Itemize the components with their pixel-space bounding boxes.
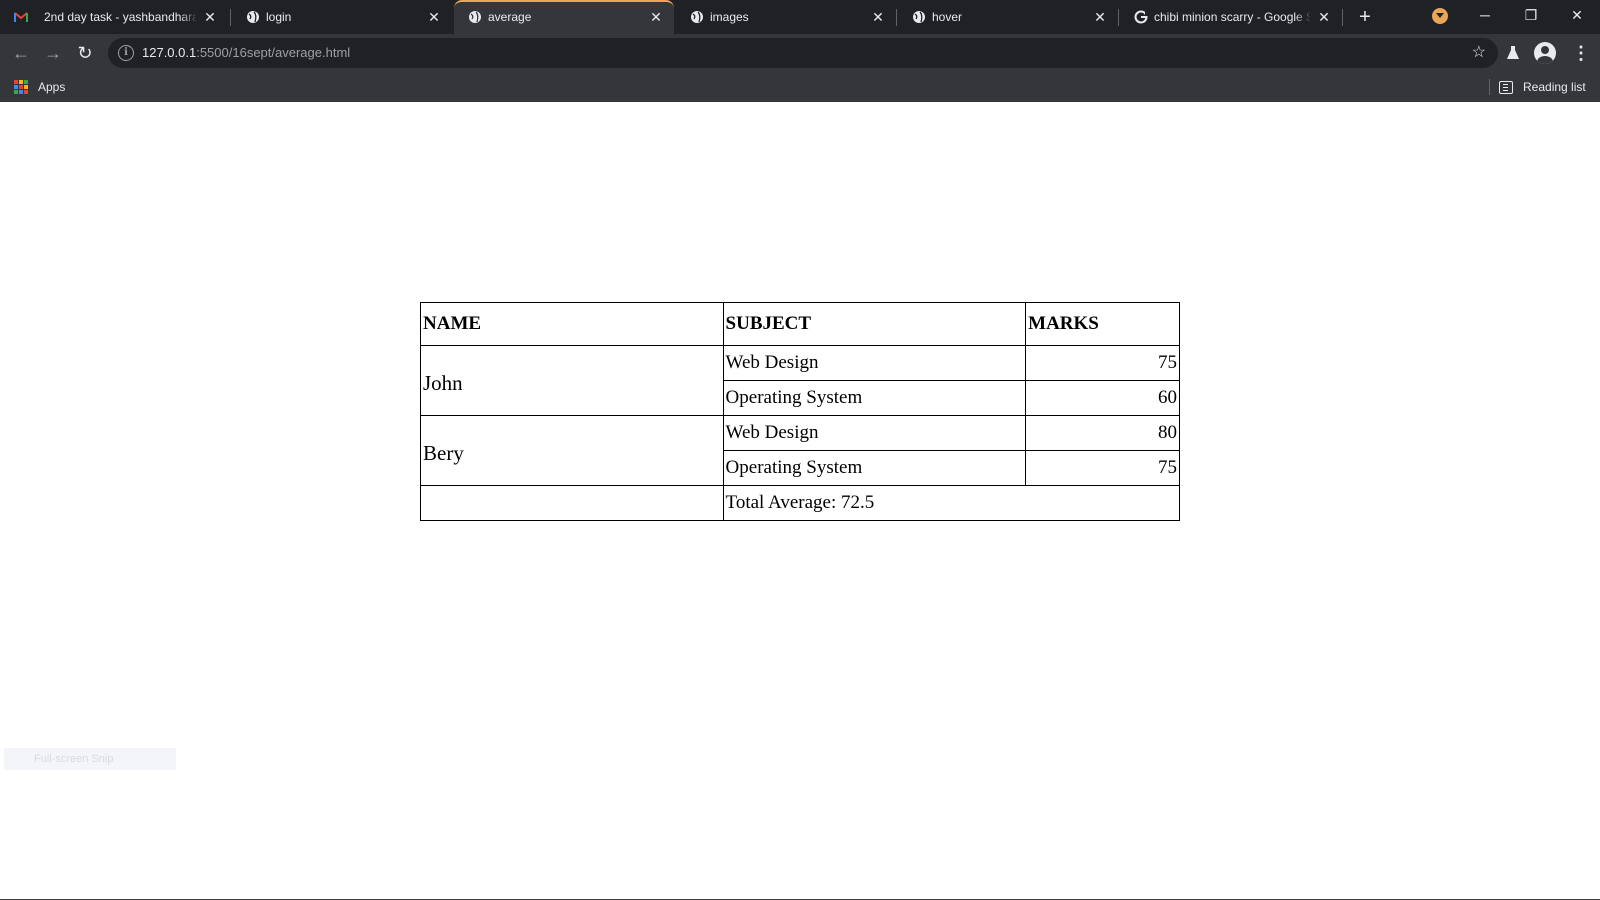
tab-hover[interactable]: hover ✕	[898, 0, 1118, 34]
profile-avatar[interactable]	[1534, 42, 1556, 64]
url-host: 127.0.0.1	[142, 45, 197, 60]
reload-button[interactable]: ↻	[72, 40, 98, 66]
back-button[interactable]: ←	[8, 40, 34, 66]
close-icon[interactable]: ✕	[426, 9, 442, 25]
subject-cell: Operating System	[722, 450, 1027, 486]
table-footer-row: Total Average: 72.5	[420, 485, 1181, 521]
close-icon[interactable]: ✕	[1316, 9, 1332, 25]
bookmark-star-icon[interactable]: ☆	[1472, 43, 1486, 63]
new-tab-button[interactable]: +	[1354, 6, 1376, 28]
apps-label: Apps	[38, 80, 66, 94]
tab-google-search[interactable]: chibi minion scarry - Google S ✕	[1120, 0, 1342, 34]
tab-title: chibi minion scarry - Google S	[1154, 10, 1310, 24]
table-row: John Web Design 75	[420, 345, 1180, 416]
tab-average[interactable]: average ✕	[454, 0, 674, 34]
tab-title: average	[488, 10, 532, 24]
globe-icon	[469, 11, 481, 23]
reading-list-label: Reading list	[1523, 80, 1586, 94]
page-content: NAME SUBJECT MARKS John Web Design 75 Op…	[0, 102, 1600, 900]
tab-title: hover	[932, 10, 963, 24]
subject-cell: Web Design	[722, 415, 1027, 451]
info-icon[interactable]: i	[118, 45, 134, 61]
minimize-button[interactable]: ─	[1462, 0, 1508, 30]
reading-list-button[interactable]: Reading list	[1499, 76, 1586, 98]
header-name: NAME	[420, 302, 724, 346]
tab-search-icon[interactable]	[1432, 8, 1448, 24]
close-window-button[interactable]: ✕	[1554, 0, 1600, 30]
url-path: :5500/16sept/average.html	[196, 45, 351, 60]
snip-overlay-label: Full-screen Snip	[4, 748, 176, 770]
header-subject: SUBJECT	[722, 302, 1027, 346]
globe-icon	[913, 11, 925, 23]
marks-cell: 80	[1025, 415, 1180, 451]
subject-cell: Web Design	[722, 345, 1027, 381]
subject-cell: Operating System	[722, 380, 1027, 416]
marks-cell: 60	[1025, 380, 1180, 416]
bookmarks-bar: Apps Reading list	[0, 72, 1600, 102]
tab-gmail[interactable]: 2nd day task - yashbandhara2 ✕	[0, 0, 228, 34]
table-row: Bery Web Design 80	[420, 415, 1180, 486]
empty-cell	[420, 485, 724, 521]
reading-list-icon	[1499, 80, 1513, 94]
more-menu-icon[interactable]: ⋮	[1572, 42, 1590, 64]
address-bar[interactable]: i 127.0.0.1:5500/16sept/average.html ☆	[108, 38, 1498, 68]
tab-strip: 2nd day task - yashbandhara2 ✕ login ✕ a…	[0, 0, 1600, 34]
globe-icon	[247, 11, 259, 23]
tab-title: login	[266, 10, 292, 24]
marks-table: NAME SUBJECT MARKS John Web Design 75 Op…	[420, 302, 1181, 521]
header-marks: MARKS	[1025, 302, 1180, 346]
apps-grid-icon	[14, 80, 28, 94]
marks-cell: 75	[1025, 450, 1180, 486]
google-icon	[1134, 10, 1148, 24]
globe-icon	[691, 11, 703, 23]
close-icon[interactable]: ✕	[1092, 9, 1108, 25]
extension-flask-icon[interactable]	[1500, 40, 1526, 66]
close-icon[interactable]: ✕	[648, 9, 664, 25]
tab-login[interactable]: login ✕	[232, 0, 452, 34]
student-name: John	[420, 345, 724, 416]
forward-button[interactable]: →	[40, 40, 66, 66]
restore-button[interactable]: ❐	[1508, 0, 1554, 30]
marks-cell: 75	[1025, 345, 1180, 381]
tab-images[interactable]: images ✕	[676, 0, 896, 34]
close-icon[interactable]: ✕	[202, 9, 218, 25]
close-icon[interactable]: ✕	[870, 9, 886, 25]
tab-title: images	[710, 10, 749, 24]
total-average: Total Average: 72.5	[722, 485, 1181, 521]
gmail-icon	[14, 12, 28, 22]
browser-toolbar: ← → ↻ i 127.0.0.1:5500/16sept/average.ht…	[0, 34, 1600, 72]
tab-title: 2nd day task - yashbandhara2	[44, 10, 196, 24]
table-header-row: NAME SUBJECT MARKS	[420, 302, 1180, 346]
student-name: Bery	[420, 415, 724, 486]
url-text[interactable]: 127.0.0.1:5500/16sept/average.html	[142, 46, 350, 60]
apps-shortcut[interactable]: Apps	[14, 76, 65, 98]
